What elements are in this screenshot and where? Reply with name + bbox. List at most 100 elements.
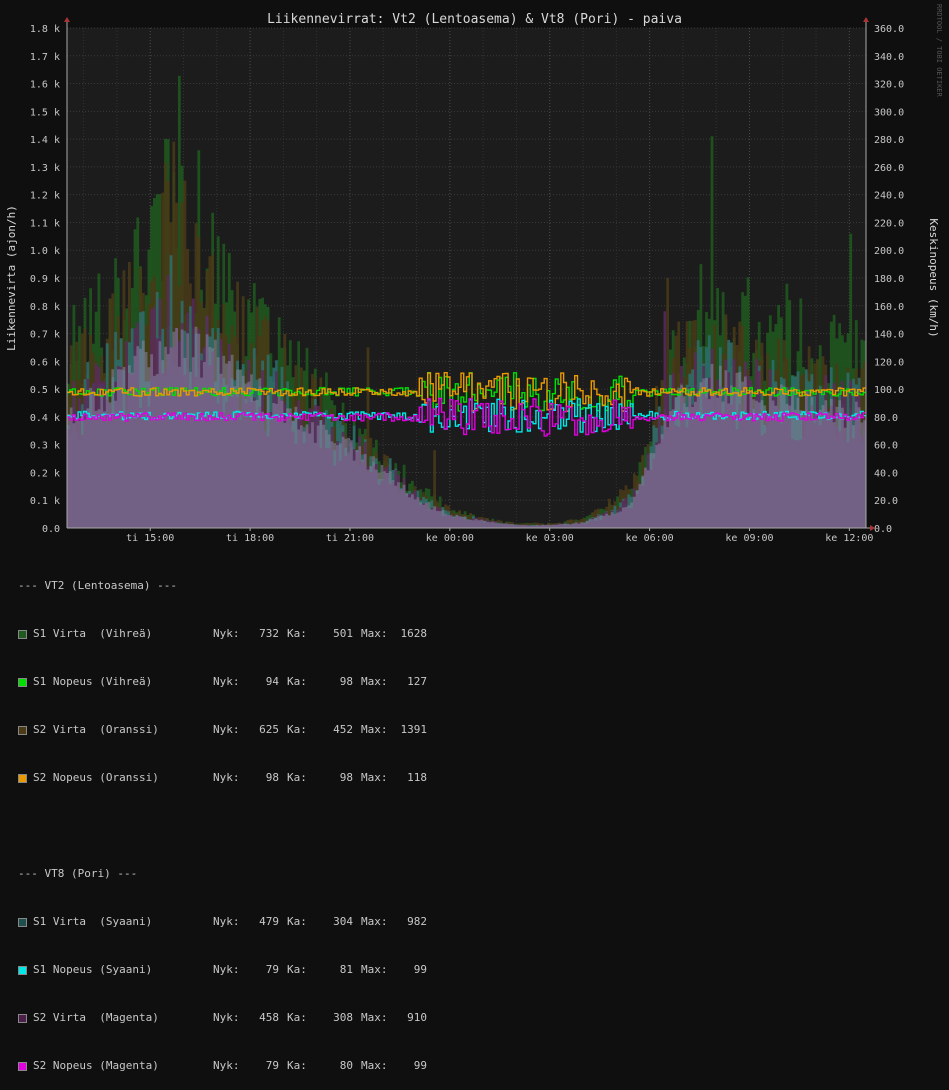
legend-swatch [18,677,27,687]
nyk-value: 79 [265,963,279,976]
right-axis-arrow [863,17,869,22]
max-label: Max: [361,915,388,928]
right-tick-label: 260.0 [874,163,904,174]
legend-series-name: S1 Nopeus (Syaani) [33,963,153,976]
x-tick-label: ke 09:00 [725,533,773,544]
legend-row: S2 Virta (Magenta) Nyk: 458 Ka: 308 Max:… [18,1010,435,1026]
legend-row: S1 Virta (Syaani) Nyk: 479 Ka: 304 Max: … [18,914,435,930]
right-tick-label: 180.0 [874,274,904,285]
right-tick-label: 100.0 [874,385,904,396]
left-tick-label: 1.5 k [30,107,60,118]
left-axis-arrow [64,17,70,22]
left-tick-label: 1.7 k [30,52,60,63]
legend-series-name: S1 Virta (Syaani) [33,915,153,928]
ka-value: 80 [339,1059,353,1072]
legend-swatch [18,917,27,927]
left-tick-label: 0.0 [42,524,60,535]
ka-value: 98 [339,771,353,784]
max-value: 118 [407,771,427,784]
right-tick-label: 0.0 [874,524,892,535]
max-label: Max: [361,675,388,688]
left-tick-label: 0.4 k [30,413,60,424]
right-tick-label: 200.0 [874,246,904,257]
nyk-value: 458 [259,1011,279,1024]
x-tick-label: ke 00:00 [426,533,474,544]
nyk-value: 732 [259,627,279,640]
legend: --- VT2 (Lentoasema) --- S1 Virta (Vihre… [18,546,435,1090]
legend-row: S2 Nopeus (Oranssi) Nyk: 98 Ka: 98 Max: … [18,770,435,786]
ka-value: 81 [339,963,353,976]
legend-series-name: S1 Virta (Vihreä) [33,627,153,640]
x-tick-label: ke 12:00 [825,533,873,544]
legend-row: S1 Virta (Vihreä) Nyk: 732 Ka: 501 Max: … [18,626,435,642]
ka-value: 452 [333,723,353,736]
nyk-value: 79 [265,1059,279,1072]
nyk-value: 479 [259,915,279,928]
left-tick-label: 1.8 k [30,24,60,35]
x-tick-label: ke 03:00 [526,533,574,544]
legend-swatch [18,773,27,783]
right-axis-label: Keskinopeus (km/h) [927,218,940,337]
legend-swatch [18,629,27,639]
right-tick-label: 220.0 [874,218,904,229]
nyk-label: Nyk: [213,627,240,640]
right-tick-label: 40.0 [874,468,898,479]
ka-label: Ka: [287,675,307,688]
ka-label: Ka: [287,1059,307,1072]
ka-value: 308 [333,1011,353,1024]
max-label: Max: [361,627,388,640]
nyk-label: Nyk: [213,1011,240,1024]
ka-label: Ka: [287,1011,307,1024]
ka-value: 98 [339,675,353,688]
nyk-value: 98 [265,771,279,784]
x-tick-label: ti 18:00 [226,533,274,544]
right-tick-label: 340.0 [874,52,904,63]
right-tick-label: 20.0 [874,496,898,507]
right-tick-label: 140.0 [874,330,904,341]
nyk-label: Nyk: [213,675,240,688]
x-tick-label: ti 15:00 [126,533,174,544]
legend-series-name: S2 Nopeus (Oranssi) [33,771,159,784]
right-tick-label: 80.0 [874,413,898,424]
right-tick-label: 160.0 [874,302,904,313]
max-value: 1391 [400,723,428,736]
nyk-value: 94 [265,675,279,688]
max-value: 1628 [400,627,428,640]
watermark: RRDTOOL / TOBI OETIKER [935,4,943,98]
left-tick-label: 0.7 k [30,330,60,341]
left-tick-label: 0.6 k [30,357,60,368]
nyk-label: Nyk: [213,723,240,736]
left-tick-label: 1.3 k [30,163,60,174]
max-label: Max: [361,1059,388,1072]
nyk-label: Nyk: [213,915,240,928]
legend-series-name: S2 Virta (Oranssi) [33,723,159,736]
left-tick-label: 1.6 k [30,80,60,91]
left-tick-label: 0.3 k [30,441,60,452]
legend-row: S1 Nopeus (Vihreä) Nyk: 94 Ka: 98 Max: 1… [18,674,435,690]
right-tick-label: 120.0 [874,357,904,368]
x-tick-label: ke 06:00 [626,533,674,544]
max-label: Max: [361,963,388,976]
right-tick-label: 280.0 [874,135,904,146]
left-tick-label: 1.4 k [30,135,60,146]
legend-row: S2 Nopeus (Magenta) Nyk: 79 Ka: 80 Max: … [18,1058,435,1074]
legend-row: S1 Nopeus (Syaani) Nyk: 79 Ka: 81 Max: 9… [18,962,435,978]
legend-swatch [18,1061,27,1071]
ka-label: Ka: [287,915,307,928]
legend-swatch [18,1013,27,1023]
ka-value: 501 [333,627,353,640]
max-value: 99 [413,1059,427,1072]
nyk-label: Nyk: [213,963,240,976]
nyk-label: Nyk: [213,1059,240,1072]
max-label: Max: [361,1011,388,1024]
ka-label: Ka: [287,771,307,784]
left-tick-label: 1.1 k [30,218,60,229]
traffic-chart: 0.0 0.1 k 0.2 k 0.3 k 0.4 k 0.5 k 0.6 k 0.7 k 0.… [5,4,943,544]
max-value: 127 [407,675,427,688]
legend-header-vt8: --- VT8 (Pori) --- [18,867,138,880]
legend-swatch [18,965,27,975]
max-label: Max: [361,771,388,784]
ka-label: Ka: [287,723,307,736]
left-tick-label: 0.9 k [30,274,60,285]
left-axis-label: Liikennevirta (ajon/h) [5,205,18,351]
